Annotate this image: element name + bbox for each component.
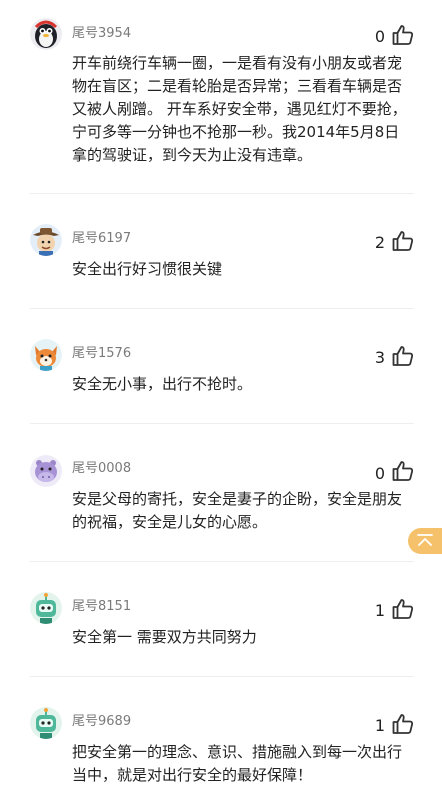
thumbs-up-icon[interactable] (391, 344, 415, 368)
comment-text: 安全出行好习惯很关键 (72, 260, 223, 278)
avatar-penguin[interactable] (30, 18, 62, 50)
like-count: 3 (374, 348, 385, 367)
avatar-hippo[interactable] (30, 455, 62, 487)
comment-text: 开车前绕行车辆一圈，一是看有没有小朋友或者宠物在盲区；二是看轮胎是否异常；三看看… (72, 54, 407, 164)
thumbs-up-icon[interactable] (391, 23, 415, 47)
divider (30, 676, 414, 677)
back-to-top-button[interactable] (408, 528, 442, 554)
divider (30, 308, 414, 309)
username[interactable]: 尾号6197 (72, 230, 131, 248)
comment-text: 安全无小事，出行不抢时。 (72, 375, 253, 393)
like-count: 0 (374, 27, 385, 46)
like-count: 2 (374, 233, 385, 252)
like-count: 1 (374, 716, 385, 735)
avatar-robot[interactable] (30, 592, 62, 624)
thumbs-up-icon[interactable] (391, 459, 415, 483)
divider (30, 193, 414, 194)
avatar-robot[interactable] (30, 707, 62, 739)
comment-text: 把安全第一的理念、意识、措施融入到每一次出行当中，就是对出行安全的最好保障！ (72, 743, 403, 784)
comment-text: 安全第一 需要双方共同努力 (72, 628, 257, 646)
avatar-cowboy[interactable] (30, 224, 62, 256)
divider (30, 561, 414, 562)
back-to-top-icon (416, 532, 434, 551)
thumbs-up-icon[interactable] (391, 597, 415, 621)
avatar-fox[interactable] (30, 339, 62, 371)
thumbs-up-icon[interactable] (391, 712, 415, 736)
thumbs-up-icon[interactable] (391, 229, 415, 253)
divider (30, 423, 414, 424)
username[interactable]: 尾号8151 (72, 598, 131, 616)
username[interactable]: 尾号1576 (72, 345, 131, 363)
comment-text: 安是父母的寄托，安全是妻子的企盼，安全是朋友的祝福，安全是儿女的心愿。 (72, 490, 403, 531)
username[interactable]: 尾号0008 (72, 460, 131, 478)
username[interactable]: 尾号3954 (72, 25, 131, 43)
like-count: 0 (374, 464, 385, 483)
username[interactable]: 尾号9689 (72, 713, 131, 731)
like-count: 1 (374, 601, 385, 620)
